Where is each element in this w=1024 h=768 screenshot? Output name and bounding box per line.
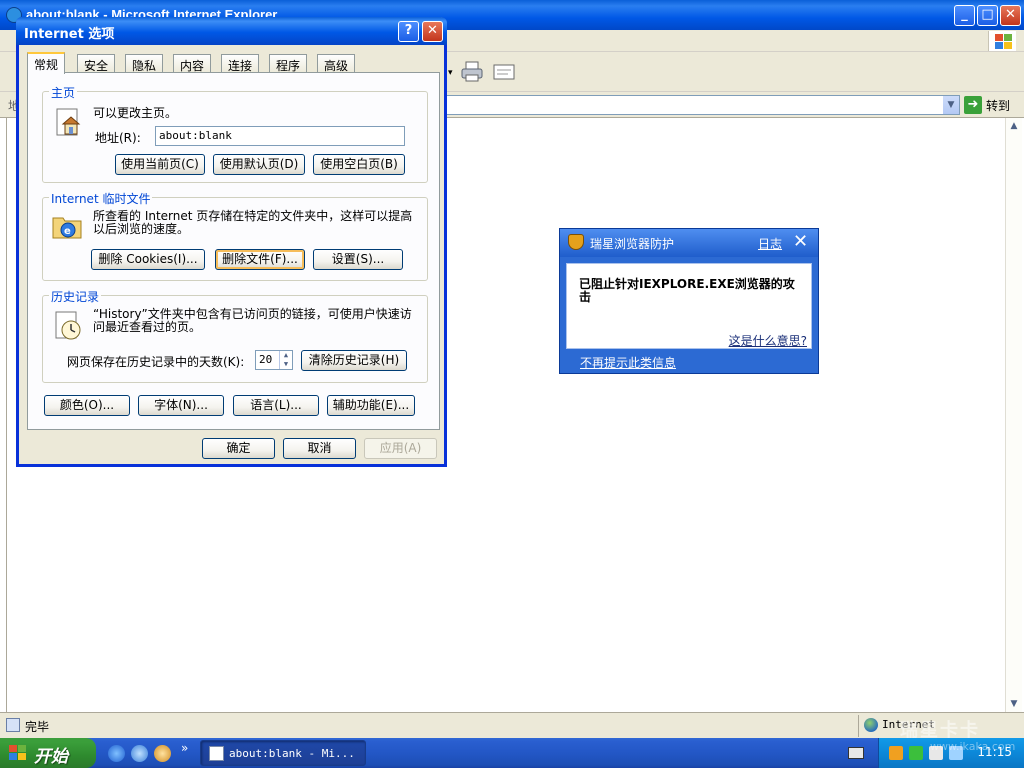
use-current-button[interactable]: 使用当前页(C) — [115, 154, 205, 175]
quicklaunch-ie-icon[interactable] — [108, 745, 125, 762]
windows-flag-icon — [9, 745, 27, 761]
dialog-titlebar[interactable]: Internet 选项 ? ✕ — [16, 17, 447, 45]
watermark-brand: 瑞星卡卡 — [900, 720, 980, 741]
print-icon[interactable] — [460, 61, 484, 83]
fonts-button[interactable]: 字体(N)... — [138, 395, 224, 416]
quicklaunch-browser-icon[interactable] — [131, 745, 148, 762]
temp-files-description: 所查看的 Internet 页存储在特定的文件夹中，这样可以提高以后浏览的速度。 — [93, 209, 413, 236]
accessibility-button[interactable]: 辅助功能(E)... — [327, 395, 415, 416]
dialog-close-button[interactable]: ✕ — [422, 21, 443, 42]
zone-separator — [858, 715, 859, 737]
temp-files-group-title: Internet 临时文件 — [49, 190, 153, 207]
history-days-input[interactable]: 20 ▲ ▼ — [255, 350, 293, 370]
rising-what-link[interactable]: 这是什么意思? — [729, 332, 807, 349]
quicklaunch-more-icon[interactable]: » — [181, 741, 188, 755]
address-dropdown-icon[interactable]: ▼ — [942, 96, 959, 114]
status-text: 完毕 — [25, 720, 50, 734]
cancel-button[interactable]: 取消 — [283, 438, 356, 459]
tab-content[interactable]: 内容 — [173, 54, 212, 73]
rising-message: 已阻止针对IEXPLORE.EXE浏览器的攻击 — [579, 277, 795, 304]
minimize-button[interactable]: _ — [954, 5, 975, 26]
home-page-group-title: 主页 — [49, 84, 78, 101]
watermark-url: www.ikaka.com — [930, 740, 1016, 753]
start-button[interactable]: 开始 — [0, 738, 96, 768]
colors-button[interactable]: 颜色(O)... — [44, 395, 130, 416]
home-page-icon — [56, 108, 81, 136]
maximize-button[interactable]: □ — [977, 5, 998, 26]
history-group: 历史记录 “History”文件夹中包含有已访问页的链接，可使用户快速访问最近查… — [42, 288, 428, 383]
rising-popup-header: 瑞星浏览器防护 日志 ✕ — [560, 229, 818, 257]
history-days-value: 20 — [259, 353, 273, 366]
scroll-down-icon[interactable]: ▼ — [1006, 696, 1022, 712]
scroll-up-icon[interactable]: ▲ — [1006, 118, 1022, 134]
start-label: 开始 — [34, 747, 68, 767]
task-ie-page-icon — [209, 746, 224, 761]
rising-dont-show-link[interactable]: 不再提示此类信息 — [580, 354, 676, 371]
help-button[interactable]: ? — [398, 21, 419, 42]
general-tab-panel: 主页 可以更改主页。 地址(R): about:blank 使用当前页(C) 使… — [27, 72, 440, 430]
rising-popup-title: 瑞星浏览器防护 — [590, 237, 675, 251]
temp-folder-icon: e — [52, 217, 82, 239]
use-blank-button[interactable]: 使用空白页(B) — [313, 154, 405, 175]
quicklaunch-media-icon[interactable] — [154, 745, 171, 762]
temp-files-group: Internet 临时文件 e 所查看的 Internet 页存储在特定的文件夹… — [42, 190, 428, 281]
tray-network-icon[interactable] — [909, 746, 923, 760]
clear-history-button[interactable]: 清除历史记录(H) — [301, 350, 407, 371]
dialog-title: Internet 选项 — [24, 27, 115, 42]
apply-button[interactable]: 应用(A) — [364, 438, 437, 459]
ok-button[interactable]: 确定 — [202, 438, 275, 459]
page-status-icon — [6, 718, 20, 732]
rising-log-link[interactable]: 日志 — [758, 235, 782, 252]
history-group-title: 历史记录 — [49, 288, 102, 305]
tab-general[interactable]: 常规 — [27, 52, 66, 74]
home-address-input[interactable]: about:blank — [155, 126, 405, 146]
tab-advanced[interactable]: 高级 — [317, 54, 356, 73]
home-address-label: 地址(R): — [95, 131, 141, 145]
chevron-down-icon[interactable]: ▾ — [448, 68, 453, 78]
tab-programs[interactable]: 程序 — [269, 54, 308, 73]
internet-options-dialog: Internet 选项 ? ✕ 常规 安全 隐私 内容 连接 程序 高级 主页 … — [16, 17, 447, 467]
days-spinner-icon[interactable]: ▲ ▼ — [279, 351, 292, 369]
go-arrow-icon: ➜ — [964, 96, 982, 114]
tab-security[interactable]: 安全 — [77, 54, 116, 73]
go-button[interactable]: ➜ 转到 — [964, 95, 1020, 115]
keyboard-icon[interactable] — [848, 747, 864, 759]
svg-text:e: e — [64, 226, 71, 237]
home-page-group: 主页 可以更改主页。 地址(R): about:blank 使用当前页(C) 使… — [42, 84, 428, 183]
history-clock-icon — [55, 311, 81, 340]
home-page-description: 可以更改主页。 — [93, 106, 178, 120]
languages-button[interactable]: 语言(L)... — [233, 395, 319, 416]
history-description: “History”文件夹中包含有已访问页的链接，可使用户快速访问最近查看过的页。 — [93, 307, 412, 334]
tab-connections[interactable]: 连接 — [221, 54, 260, 73]
rising-popup-body: 已阻止针对IEXPLORE.EXE浏览器的攻击 这是什么意思? — [566, 263, 812, 349]
taskbar-ie-button[interactable]: about:blank - Mi... — [200, 740, 366, 766]
internet-zone-icon — [864, 718, 878, 732]
history-days-label: 网页保存在历史记录中的天数(K): — [67, 355, 245, 369]
rising-lion-icon — [568, 234, 584, 250]
windows-logo-icon — [988, 31, 1016, 51]
window-close-button[interactable]: ✕ — [1000, 5, 1021, 26]
address-input[interactable]: ▼ — [440, 95, 960, 115]
delete-cookies-button[interactable]: 删除 Cookies(I)... — [91, 249, 205, 270]
rising-protection-popup: 瑞星浏览器防护 日志 ✕ 已阻止针对IEXPLORE.EXE浏览器的攻击 这是什… — [559, 228, 819, 374]
go-label: 转到 — [986, 98, 1011, 113]
edit-icon[interactable] — [492, 61, 516, 83]
temp-settings-button[interactable]: 设置(S)... — [313, 249, 403, 270]
delete-files-button[interactable]: 删除文件(F)... — [215, 249, 305, 270]
tab-privacy[interactable]: 隐私 — [125, 54, 164, 73]
taskbar-ie-label: about:blank - Mi... — [229, 747, 355, 760]
taskbar: 开始 » about:blank - Mi... 11:15 — [0, 738, 1024, 768]
use-default-button[interactable]: 使用默认页(D) — [213, 154, 305, 175]
rising-close-icon[interactable]: ✕ — [793, 231, 808, 252]
vertical-scrollbar[interactable]: ▲ ▼ — [1005, 118, 1022, 712]
tray-rising-icon[interactable] — [889, 746, 903, 760]
ie-statusbar: 完毕 Internet — [0, 712, 1024, 738]
